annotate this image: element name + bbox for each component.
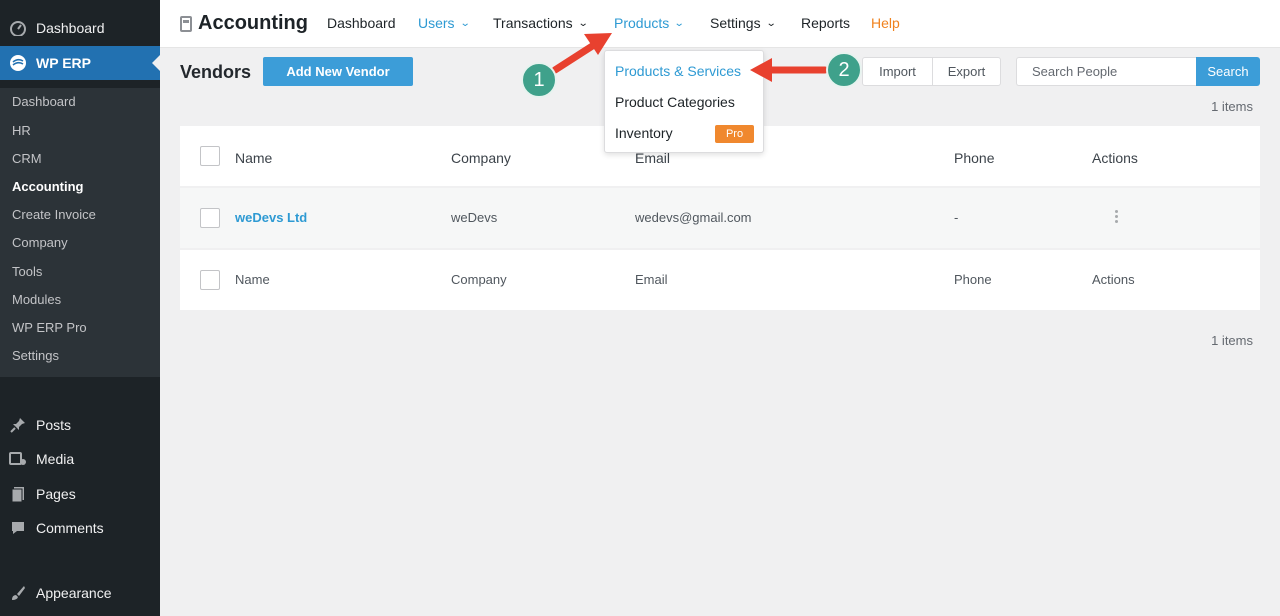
nav-reports[interactable]: Reports xyxy=(801,15,850,31)
comment-icon xyxy=(0,520,36,536)
submenu-dashboard[interactable]: Dashboard xyxy=(12,94,76,109)
nav-settings[interactable]: Settings ⌄ xyxy=(710,15,777,31)
submenu-tools[interactable]: Tools xyxy=(12,264,42,279)
col-name-footer: Name xyxy=(235,272,270,287)
submenu-company[interactable]: Company xyxy=(12,235,68,250)
pro-badge: Pro xyxy=(715,125,754,143)
items-count-top: 1 items xyxy=(1211,99,1253,114)
chevron-down-icon: ⌄ xyxy=(577,17,589,29)
nav-products[interactable]: Products ⌄ xyxy=(614,15,685,31)
pages-icon xyxy=(0,486,36,502)
menu-wp-erp-label: WP ERP xyxy=(36,55,91,71)
menu-dashboard[interactable]: Dashboard xyxy=(0,11,160,45)
step-1-badge: 1 xyxy=(521,62,557,98)
submenu-wp-erp-pro[interactable]: WP ERP Pro xyxy=(12,320,87,335)
accounting-topnav: Accounting Dashboard Users ⌄ Transactions… xyxy=(160,0,1280,48)
submenu-crm[interactable]: CRM xyxy=(12,151,42,166)
row-actions-menu-icon[interactable] xyxy=(1115,210,1119,223)
items-count-bottom: 1 items xyxy=(1211,333,1253,348)
col-company-footer: Company xyxy=(451,272,507,287)
add-new-vendor-button[interactable]: Add New Vendor xyxy=(263,57,413,86)
submenu-create-invoice[interactable]: Create Invoice xyxy=(12,207,96,222)
search-button[interactable]: Search xyxy=(1196,57,1260,86)
submenu-modules[interactable]: Modules xyxy=(12,292,61,307)
dashboard-icon xyxy=(0,20,36,36)
admin-sidebar: Dashboard WP ERP Dashboard HR CRM Accoun… xyxy=(0,0,160,616)
select-all-checkbox-footer[interactable] xyxy=(200,270,220,290)
submenu-hr[interactable]: HR xyxy=(12,123,31,138)
nav-products-label: Products xyxy=(614,15,670,31)
menu-comments-label: Comments xyxy=(36,520,104,536)
wperp-logo-icon xyxy=(0,54,36,72)
search-input[interactable] xyxy=(1016,57,1197,86)
select-all-checkbox[interactable] xyxy=(200,146,220,166)
menu-appearance-label: Appearance xyxy=(36,585,112,601)
vendor-phone: - xyxy=(954,210,959,225)
page-title: Vendors xyxy=(180,62,252,82)
brand: Accounting xyxy=(180,12,308,35)
pin-icon xyxy=(0,417,36,433)
brand-title: Accounting xyxy=(198,12,308,34)
menu-media-label: Media xyxy=(36,451,75,467)
products-dropdown: Products & Services Product Categories I… xyxy=(604,50,764,153)
vendor-name-link[interactable]: weDevs Ltd xyxy=(235,210,307,225)
nav-transactions-label: Transactions xyxy=(493,15,573,31)
current-menu-arrow xyxy=(152,55,160,71)
export-button[interactable]: Export xyxy=(932,58,1000,85)
menu-pages-label: Pages xyxy=(36,486,76,502)
nav-dashboard-label: Dashboard xyxy=(327,15,396,31)
submenu-settings[interactable]: Settings xyxy=(12,348,59,363)
col-actions-footer: Actions xyxy=(1092,272,1135,287)
step-2-badge: 2 xyxy=(826,52,862,88)
table-row: weDevs Ltd weDevs wedevs@gmail.com - xyxy=(180,188,1260,248)
col-name: Name xyxy=(235,150,273,166)
nav-reports-label: Reports xyxy=(801,15,851,31)
submenu-accounting[interactable]: Accounting xyxy=(12,179,84,194)
nav-users-label: Users xyxy=(418,15,455,31)
table-footer: Name Company Email Phone Actions xyxy=(180,250,1260,310)
col-company: Company xyxy=(451,150,511,166)
dropdown-products-services[interactable]: Products & Services xyxy=(615,63,741,79)
nav-transactions[interactable]: Transactions ⌄ xyxy=(493,15,589,31)
vendor-company: weDevs xyxy=(451,210,498,225)
chevron-down-icon: ⌄ xyxy=(459,17,471,29)
wp-erp-submenu: Dashboard HR CRM Accounting Create Invoi… xyxy=(0,88,160,377)
nav-help[interactable]: Help xyxy=(871,15,900,31)
col-phone: Phone xyxy=(954,150,995,166)
menu-posts-label: Posts xyxy=(36,417,72,433)
import-button[interactable]: Import xyxy=(863,58,932,85)
menu-wp-erp[interactable]: WP ERP xyxy=(0,46,160,80)
menu-media[interactable]: Media xyxy=(0,442,160,476)
dropdown-inventory[interactable]: Inventory xyxy=(615,125,673,141)
calculator-icon xyxy=(180,15,192,32)
menu-comments[interactable]: Comments xyxy=(0,511,160,545)
col-actions: Actions xyxy=(1092,150,1138,166)
menu-appearance[interactable]: Appearance xyxy=(0,576,160,610)
menu-dashboard-label: Dashboard xyxy=(36,20,105,36)
menu-posts[interactable]: Posts xyxy=(0,408,160,442)
brush-icon xyxy=(0,585,36,601)
menu-pages[interactable]: Pages xyxy=(0,477,160,511)
chevron-down-icon: ⌄ xyxy=(765,17,777,29)
chevron-down-icon: ⌄ xyxy=(673,17,685,29)
col-phone-footer: Phone xyxy=(954,272,992,287)
import-export-group: Import Export xyxy=(862,57,1001,86)
nav-users[interactable]: Users ⌄ xyxy=(418,15,471,31)
media-icon xyxy=(0,451,36,467)
col-email-footer: Email xyxy=(635,272,668,287)
nav-dashboard[interactable]: Dashboard xyxy=(327,15,396,31)
dropdown-product-categories[interactable]: Product Categories xyxy=(615,94,735,110)
row-checkbox[interactable] xyxy=(200,208,220,228)
vendor-email: wedevs@gmail.com xyxy=(635,210,752,225)
nav-help-label: Help xyxy=(871,15,900,31)
nav-settings-label: Settings xyxy=(710,15,761,31)
